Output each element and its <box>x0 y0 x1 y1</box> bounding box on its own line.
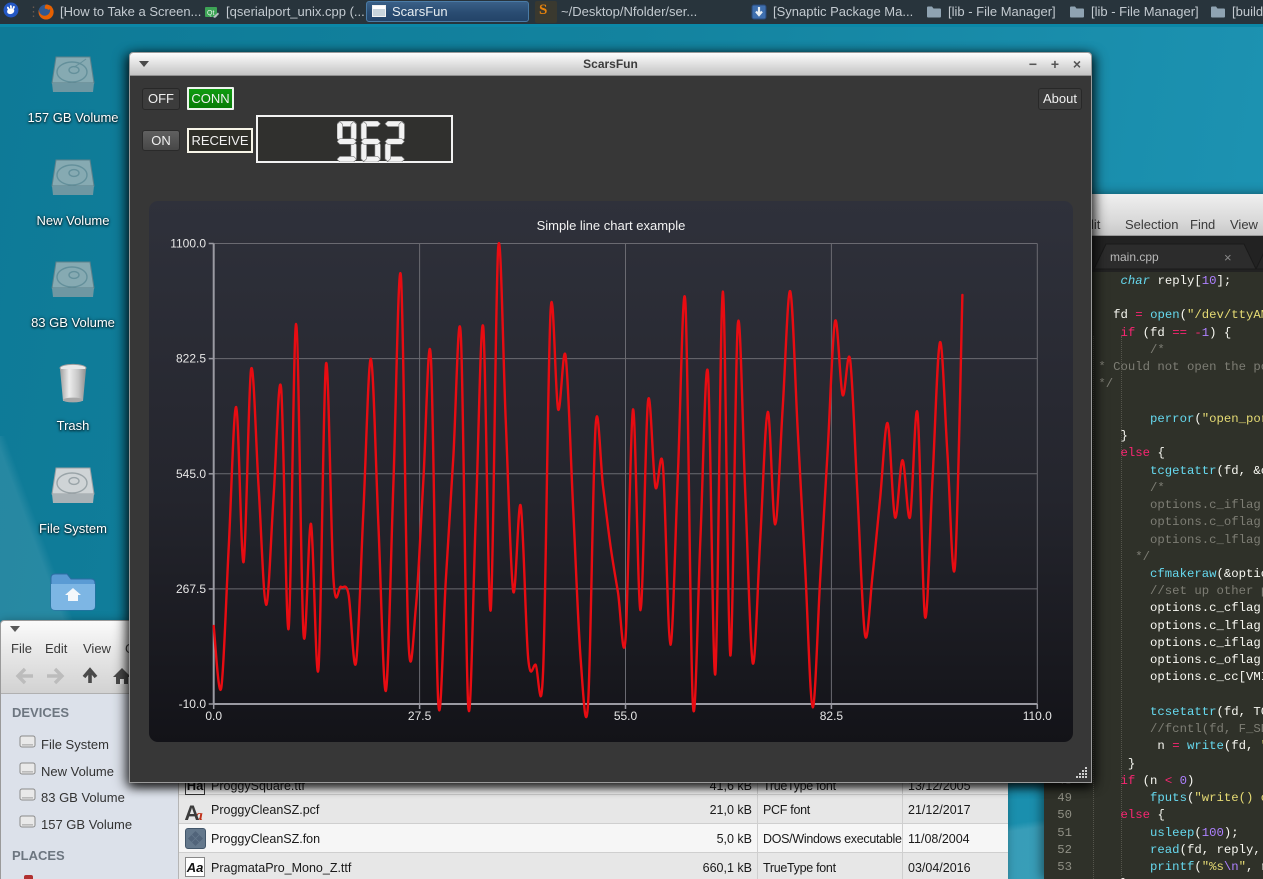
svg-text:822.5: 822.5 <box>176 352 206 366</box>
svg-text:82.5: 82.5 <box>820 709 844 723</box>
svg-text:Aa: Aa <box>186 860 204 875</box>
svg-text:267.5: 267.5 <box>176 582 206 596</box>
svg-text:main.cpp: main.cpp <box>1110 250 1159 264</box>
svg-text:A: A <box>184 802 199 822</box>
svg-text:Qt: Qt <box>207 10 214 17</box>
svg-text:-10.0: -10.0 <box>179 697 207 711</box>
svg-text:55.0: 55.0 <box>614 709 638 723</box>
svg-text:27.5: 27.5 <box>408 709 432 723</box>
svg-text:545.0: 545.0 <box>176 467 206 481</box>
svg-text:×: × <box>1224 250 1232 265</box>
svg-text:110.0: 110.0 <box>1023 709 1052 723</box>
svg-text:0.0: 0.0 <box>205 709 222 723</box>
svg-text:1100.0: 1100.0 <box>170 237 206 251</box>
